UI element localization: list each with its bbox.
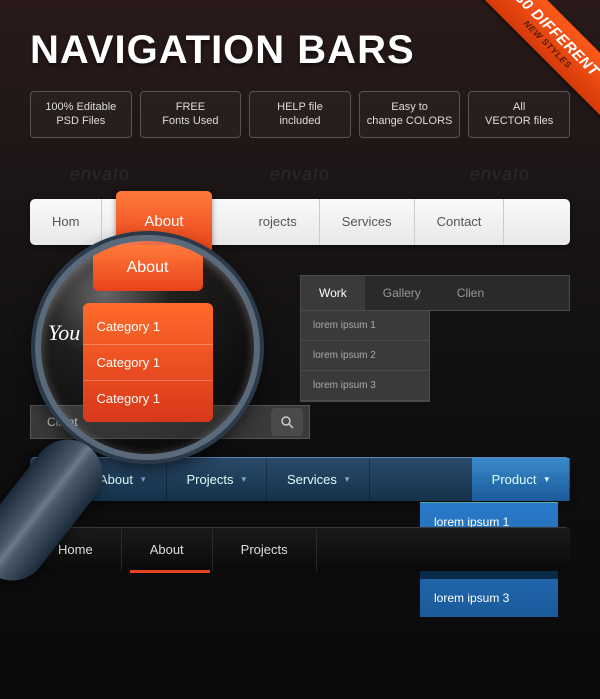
chevron-down-icon: ▾ <box>345 474 350 485</box>
feature-fonts: FREE Fonts Used <box>140 91 242 138</box>
lens-dropdown: Category 1 Category 1 Category 1 <box>83 303 213 422</box>
feature-psd: 100% Editable PSD Files <box>30 91 132 138</box>
feature-help: HELP file included <box>249 91 351 138</box>
magnifying-glass: About Category 1 Category 1 Category 1 <box>35 235 265 465</box>
nav2-work[interactable]: Work <box>301 276 365 310</box>
navbar-dark-gray: Work Gallery Clien <box>300 275 570 311</box>
lens-tab[interactable]: About <box>93 245 203 291</box>
nav4-about[interactable]: About <box>122 528 213 571</box>
nav1-services[interactable]: Services <box>320 199 415 245</box>
lens-dd-2[interactable]: Category 1 <box>83 345 213 381</box>
watermark: envato envato envato <box>0 164 600 185</box>
nav4-projects[interactable]: Projects <box>213 528 317 571</box>
chevron-down-icon: ▾ <box>141 474 146 485</box>
lens-dd-3[interactable]: Category 1 <box>83 381 213 416</box>
feature-row: 100% Editable PSD Files FREE Fonts Used … <box>0 73 600 138</box>
chevron-down-icon: ▾ <box>544 474 549 485</box>
nav2-dd-3[interactable]: lorem ipsum 3 <box>301 371 429 401</box>
nav3-dd-3[interactable]: lorem ipsum 3 <box>420 579 558 617</box>
nav2-dd-2[interactable]: lorem ipsum 2 <box>301 341 429 371</box>
chevron-down-icon: ▾ <box>241 474 246 485</box>
nav2-gallery[interactable]: Gallery <box>365 276 439 310</box>
nav2-dropdown: lorem ipsum 1 lorem ipsum 2 lorem ipsum … <box>300 311 430 402</box>
nav3-product[interactable]: Product ▾ <box>472 458 570 501</box>
nav1-contact[interactable]: Contact <box>415 199 505 245</box>
feature-colors: Easy to change COLORS <box>359 91 461 138</box>
nav3-services[interactable]: Services ▾ <box>267 458 370 501</box>
lens: About Category 1 Category 1 Category 1 <box>35 235 260 460</box>
nav2-client[interactable]: Clien <box>439 276 502 310</box>
nav2-dd-1[interactable]: lorem ipsum 1 <box>301 311 429 341</box>
navbar-black: Home About Projects <box>30 527 570 571</box>
search-icon[interactable] <box>271 408 303 436</box>
feature-vector: All VECTOR files <box>468 91 570 138</box>
lens-dd-1[interactable]: Category 1 <box>83 309 213 345</box>
